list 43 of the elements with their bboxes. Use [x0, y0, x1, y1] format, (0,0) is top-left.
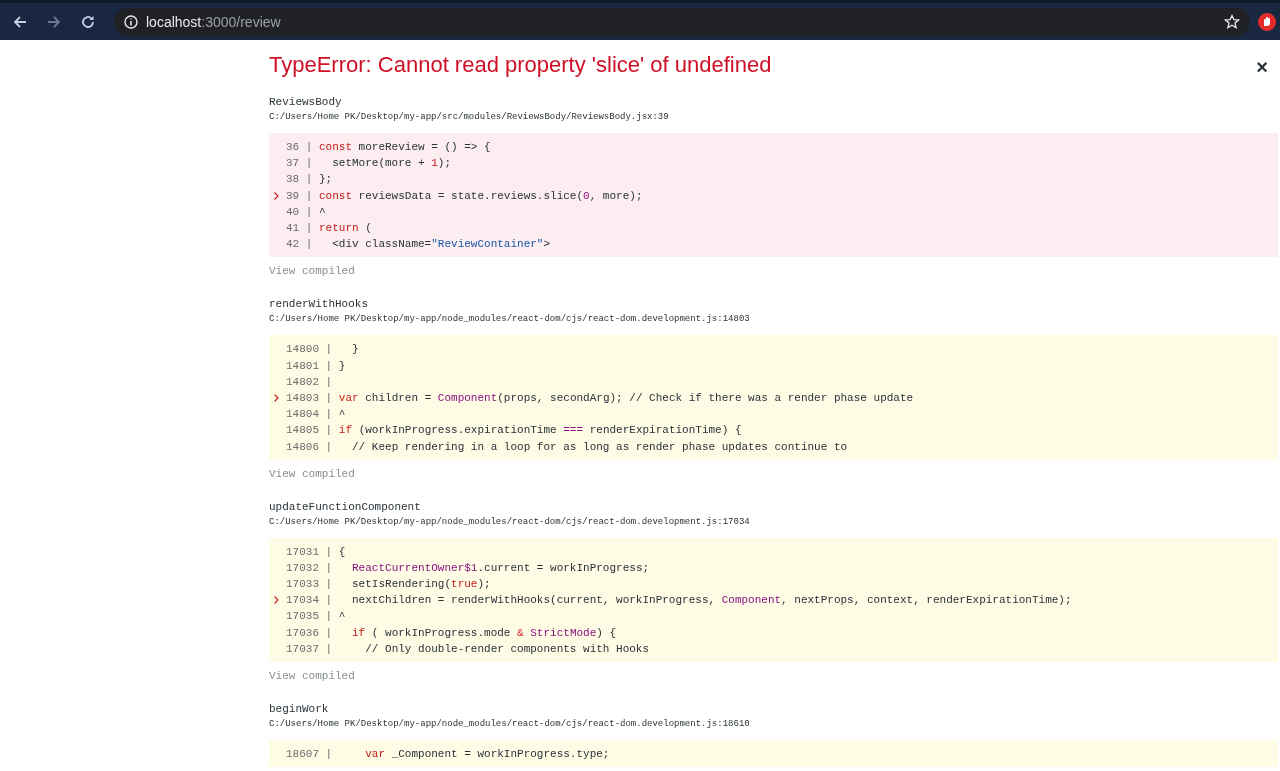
- code-line: 17035 | ^: [286, 610, 346, 623]
- url-text: localhost:3000/review: [146, 13, 281, 30]
- code-line: 14803 | var children = Component(props, secondArg); // Check if there was a render phase update: [286, 391, 914, 404]
- info-icon[interactable]: [124, 14, 138, 29]
- code-line: 17034 | nextChildren = renderWithHooks(current, workInProgress, Component, nextProps, context, renderExpirationTime);: [286, 594, 1072, 607]
- back-arrow-icon[interactable]: [12, 13, 28, 30]
- code-line: 18607 | var _Component = workInProgress.type;: [286, 748, 610, 761]
- code-line: 37 | setMore(more + 1);: [286, 157, 452, 170]
- file-path: C:/Users/Home PK/Desktop/my-app/node_modules/react-dom/cjs/react-dom.development.js:14803: [269, 313, 750, 326]
- code-line: 17031 | {: [286, 545, 346, 558]
- file-path: C:/Users/Home PK/Desktop/my-app/node_modules/react-dom/cjs/react-dom.development.js:17034: [269, 515, 750, 528]
- view-compiled-link[interactable]: View compiled: [269, 669, 355, 682]
- reload-icon[interactable]: [80, 13, 96, 30]
- error-title: TypeError: Cannot read property 'slice' of undefined: [269, 52, 772, 78]
- function-name: updateFunctionComponent: [269, 499, 421, 514]
- function-name: renderWithHooks: [269, 297, 369, 312]
- view-compiled-link[interactable]: View compiled: [269, 265, 355, 278]
- code-line: 14805 | if (workInProgress.expirationTime === renderExpirationTime) {: [286, 424, 742, 437]
- address-bar[interactable]: localhost:3000/review: [114, 7, 1250, 36]
- file-path: C:/Users/Home PK/Desktop/my-app/node_modules/react-dom/cjs/react-dom.development.js:18610: [269, 717, 750, 730]
- code-line: 41 | return (: [286, 222, 372, 235]
- code-line: 36 | const moreReview = () => {: [286, 141, 491, 154]
- code-line: 14802 |: [286, 375, 333, 388]
- code-line: 42 | <div className="ReviewContainer">: [286, 238, 551, 251]
- function-name: ReviewsBody: [269, 95, 342, 109]
- file-path: C:/Users/Home PK/Desktop/my-app/src/modules/ReviewsBody/ReviewsBody.jsx:39: [269, 111, 669, 123]
- code-line: 17036 | if ( workInProgress.mode & StrictMode) {: [286, 626, 617, 639]
- view-compiled-link[interactable]: View compiled: [269, 467, 355, 480]
- code-line: 38 | };: [286, 173, 333, 186]
- forward-arrow-icon[interactable]: [46, 13, 62, 30]
- code-line: 17033 | setIsRendering(true);: [286, 578, 491, 591]
- code-line: 17032 | ReactCurrentOwner$1.current = workInProgress;: [286, 561, 650, 574]
- function-name: beginWork: [269, 701, 329, 716]
- code-line: 40 | ^: [286, 205, 326, 218]
- close-button[interactable]: ×: [1254, 56, 1270, 78]
- code-line: 39 | const reviewsData = state.reviews.slice(0, more);: [286, 189, 643, 202]
- code-line: 14804 | ^: [286, 408, 346, 421]
- code-line: 17037 | // Only double-render components with Hooks: [286, 642, 650, 655]
- star-icon[interactable]: [1224, 13, 1240, 30]
- code-line: 14806 | // Keep rendering in a loop for as long as render phase updates continue to: [286, 440, 848, 453]
- code-line: 14800 | }: [286, 343, 359, 356]
- extension-icon[interactable]: [1258, 12, 1276, 31]
- code-line: 14801 | }: [286, 359, 346, 372]
